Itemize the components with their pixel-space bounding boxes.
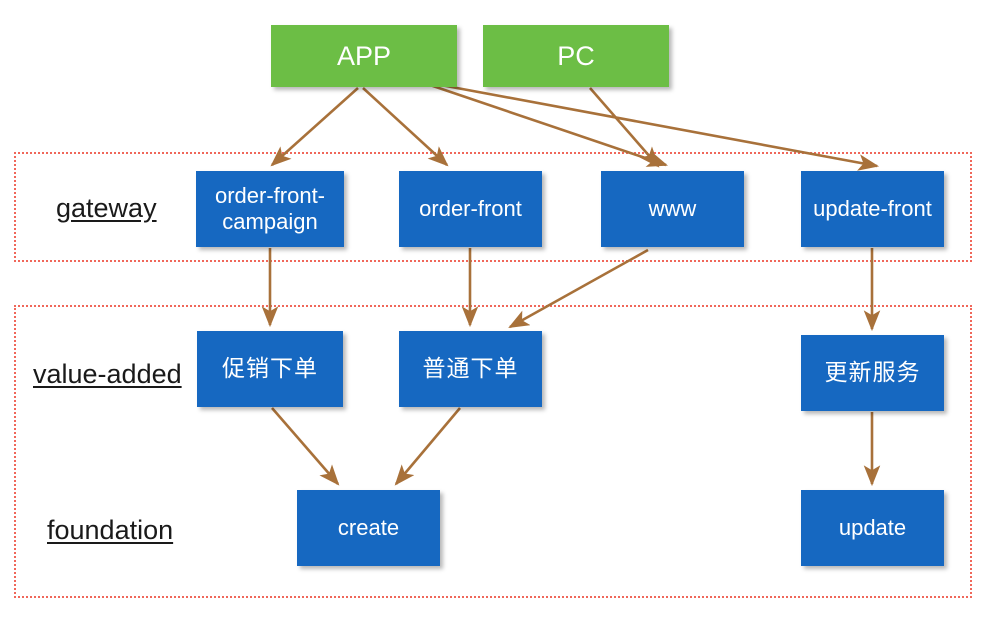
node-order-front[interactable]: order-front bbox=[399, 171, 542, 247]
node-app[interactable]: APP bbox=[271, 25, 457, 87]
node-update-service[interactable]: 更新服务 bbox=[801, 335, 944, 411]
node-pc[interactable]: PC bbox=[483, 25, 669, 87]
zone-label-gateway: gateway bbox=[56, 193, 157, 223]
node-update-front[interactable]: update-front bbox=[801, 171, 944, 247]
node-order-front-campaign[interactable]: order-front-campaign bbox=[196, 171, 344, 247]
node-normal-order[interactable]: 普通下单 bbox=[399, 331, 542, 407]
zone-label-value-added: value-added bbox=[33, 359, 182, 389]
architecture-diagram: gateway value-added foundation APP PC or… bbox=[0, 0, 1000, 626]
node-promo-order[interactable]: 促销下单 bbox=[197, 331, 343, 407]
node-update[interactable]: update bbox=[801, 490, 944, 566]
node-www[interactable]: www bbox=[601, 171, 744, 247]
node-create[interactable]: create bbox=[297, 490, 440, 566]
zone-label-foundation: foundation bbox=[47, 515, 174, 545]
